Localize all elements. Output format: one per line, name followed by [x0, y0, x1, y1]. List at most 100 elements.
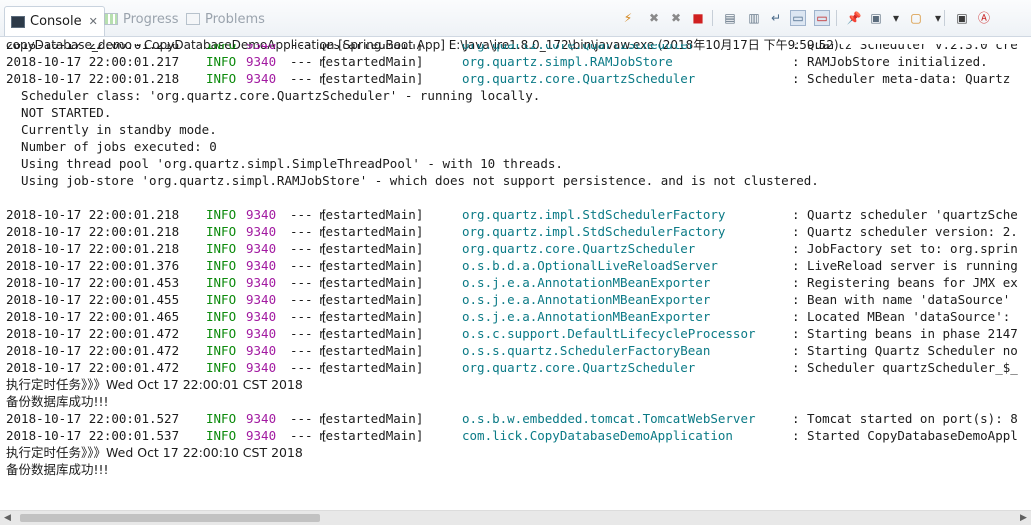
- console-line: 2018-10-17 22:00:01.472 INFO 9340 --- [ res…: [0, 359, 1031, 376]
- log-message: : Quartz scheduler 'quartzSche: [792, 207, 1018, 222]
- remove-all-launches-icon[interactable]: ✖: [668, 10, 684, 26]
- log-message: : JobFactory set to: org.sprin: [792, 241, 1018, 256]
- log-message: : Bean with name 'dataSource': [792, 292, 1011, 307]
- log-logger: o.s.j.e.a.AnnotationMBeanExporter: [462, 309, 711, 324]
- log-pid: 9340: [246, 411, 277, 426]
- console-line: 2018-10-17 22:00:01.216 INFO 9340 --- [ res…: [0, 44, 1031, 53]
- display-selected-console-icon[interactable]: ▣: [868, 10, 884, 26]
- console-line: 2018-10-17 22:00:01.472 INFO 9340 --- [ res…: [0, 342, 1031, 359]
- log-level: INFO: [206, 360, 237, 375]
- log-level: INFO: [206, 411, 237, 426]
- log-pid: 9340: [246, 360, 277, 375]
- log-timestamp: 2018-10-17 22:00:01.453: [6, 275, 180, 290]
- log-level: INFO: [206, 326, 237, 341]
- stdout-text: 执行定时任务》》》Wed Oct 17 22:00:10 CST 2018: [6, 445, 303, 460]
- console-icon: [11, 15, 25, 28]
- log-timestamp: 2018-10-17 22:00:01.217: [6, 54, 180, 69]
- log-timestamp: 2018-10-17 22:00:01.472: [6, 360, 180, 375]
- log-level: INFO: [206, 44, 237, 52]
- log-thread: restartedMain]: [318, 258, 424, 273]
- log-detail-text: Currently in standby mode.: [6, 122, 217, 137]
- maximize-icon[interactable]: Ⓐ: [976, 10, 992, 26]
- horizontal-scrollbar[interactable]: ◀ ▶: [0, 510, 1031, 525]
- log-pid: 9340: [246, 224, 277, 239]
- log-timestamp: 2018-10-17 22:00:01.218: [6, 224, 180, 239]
- show-console-stdout-icon[interactable]: ▭: [790, 10, 806, 26]
- toolbar-separator: [712, 10, 713, 26]
- log-message: : Starting beans in phase 2147: [792, 326, 1018, 341]
- log-level: INFO: [206, 275, 237, 290]
- scroll-right-icon[interactable]: ▶: [1016, 511, 1031, 525]
- tab-problems[interactable]: Problems: [180, 6, 271, 32]
- log-thread: restartedMain]: [318, 411, 424, 426]
- log-level: INFO: [206, 309, 237, 324]
- scrollbar-thumb[interactable]: [20, 514, 320, 522]
- log-detail-text: Using job-store 'org.quartz.simpl.RAMJob…: [6, 173, 819, 188]
- log-level: INFO: [206, 224, 237, 239]
- console-line: 2018-10-17 22:00:01.217 INFO 9340 --- [ res…: [0, 53, 1031, 70]
- log-pid: 9340: [246, 71, 277, 86]
- log-timestamp: 2018-10-17 22:00:01.216: [6, 44, 180, 52]
- tab-console-label: Console: [30, 14, 82, 29]
- log-thread: restartedMain]: [318, 224, 424, 239]
- console-line: 2018-10-17 22:00:01.376 INFO 9340 --- [ res…: [0, 257, 1031, 274]
- log-level: INFO: [206, 292, 237, 307]
- minimize-icon[interactable]: ▣: [954, 10, 970, 26]
- log-thread: restartedMain]: [318, 275, 424, 290]
- log-pid: 9340: [246, 275, 277, 290]
- log-timestamp: 2018-10-17 22:00:01.218: [6, 241, 180, 256]
- log-pid: 9340: [246, 44, 277, 52]
- log-timestamp: 2018-10-17 22:00:01.376: [6, 258, 180, 273]
- log-logger: o.s.j.e.a.AnnotationMBeanExporter: [462, 292, 711, 307]
- remove-launch-icon[interactable]: ✖: [646, 10, 662, 26]
- tab-console[interactable]: Console ✕: [4, 6, 105, 36]
- log-logger: o.s.b.d.a.OptionalLiveReloadServer: [462, 258, 718, 273]
- toolbar-separator: [836, 10, 837, 26]
- log-logger: o.s.j.e.a.AnnotationMBeanExporter: [462, 275, 711, 290]
- tab-progress[interactable]: Progress: [98, 6, 184, 32]
- log-logger: org.quartz.core.QuartzScheduler: [462, 71, 696, 86]
- log-timestamp: 2018-10-17 22:00:01.465: [6, 309, 180, 324]
- log-logger: o.s.s.quartz.SchedulerFactoryBean: [462, 343, 711, 358]
- pin-console-icon[interactable]: 📌: [846, 10, 862, 26]
- log-detail-text: Using thread pool 'org.quartz.simpl.Simp…: [6, 156, 563, 171]
- log-level: INFO: [206, 207, 237, 222]
- terminate-icon[interactable]: ■: [690, 10, 706, 26]
- log-level: INFO: [206, 241, 237, 256]
- log-message: : LiveReload server is running: [792, 258, 1018, 273]
- console-line: Number of jobs executed: 0: [0, 138, 1031, 155]
- display-selected-console-dropdown-icon[interactable]: ▾: [888, 10, 904, 26]
- log-timestamp: 2018-10-17 22:00:01.537: [6, 428, 180, 443]
- log-pid: 9340: [246, 54, 277, 69]
- log-logger: o.s.c.support.DefaultLifecycleProcessor: [462, 326, 756, 341]
- log-pid: 9340: [246, 428, 277, 443]
- log-logger: o.s.b.w.embedded.tomcat.TomcatWebServer: [462, 411, 756, 426]
- log-thread: restartedMain]: [318, 309, 424, 324]
- show-console-stderr-icon[interactable]: ▭: [814, 10, 830, 26]
- console-line: 2018-10-17 22:00:01.537 INFO 9340 --- [ res…: [0, 427, 1031, 444]
- close-icon[interactable]: ✕: [89, 15, 98, 28]
- log-detail-text: Scheduler class: 'org.quartz.core.Quartz…: [6, 88, 541, 103]
- log-message: : Scheduler quartzScheduler_$_: [792, 360, 1018, 375]
- open-console-icon[interactable]: ▢: [908, 10, 924, 26]
- console-line: 2018-10-17 22:00:01.218 INFO 9340 --- [ res…: [0, 206, 1031, 223]
- console-output[interactable]: 2018-10-17 22:00:01.216 INFO 9340 --- [ res…: [0, 44, 1031, 510]
- stdout-text: 备份数据库成功!!!: [6, 394, 109, 409]
- console-line: Currently in standby mode.: [0, 121, 1031, 138]
- log-pid: 9340: [246, 343, 277, 358]
- log-thread: restartedMain]: [318, 343, 424, 358]
- view-tab-bar: Console ✕ Progress Problems ⚡ ✖ ✖ ■ ▤ ▥ ↵ ▭ ▭ 📌 ▣ ▾…: [0, 0, 1031, 37]
- log-logger: com.lick.CopyDatabaseDemoApplication: [462, 428, 733, 443]
- log-level: INFO: [206, 71, 237, 86]
- log-timestamp: 2018-10-17 22:00:01.527: [6, 411, 180, 426]
- stdout-text: 执行定时任务》》》Wed Oct 17 22:00:01 CST 2018: [6, 377, 303, 392]
- console-line: 2018-10-17 22:00:01.472 INFO 9340 --- [ res…: [0, 325, 1031, 342]
- scroll-left-icon[interactable]: ◀: [0, 511, 15, 525]
- word-wrap-icon[interactable]: ↵: [768, 10, 784, 26]
- terminate-relaunch-icon[interactable]: ⚡: [620, 10, 636, 26]
- console-line: 2018-10-17 22:00:01.218 INFO 9340 --- [ res…: [0, 223, 1031, 240]
- console-line: 备份数据库成功!!!: [0, 461, 1031, 478]
- console-line: 2018-10-17 22:00:01.527 INFO 9340 --- [ res…: [0, 410, 1031, 427]
- scroll-lock-icon[interactable]: ▥: [746, 10, 762, 26]
- clear-console-icon[interactable]: ▤: [722, 10, 738, 26]
